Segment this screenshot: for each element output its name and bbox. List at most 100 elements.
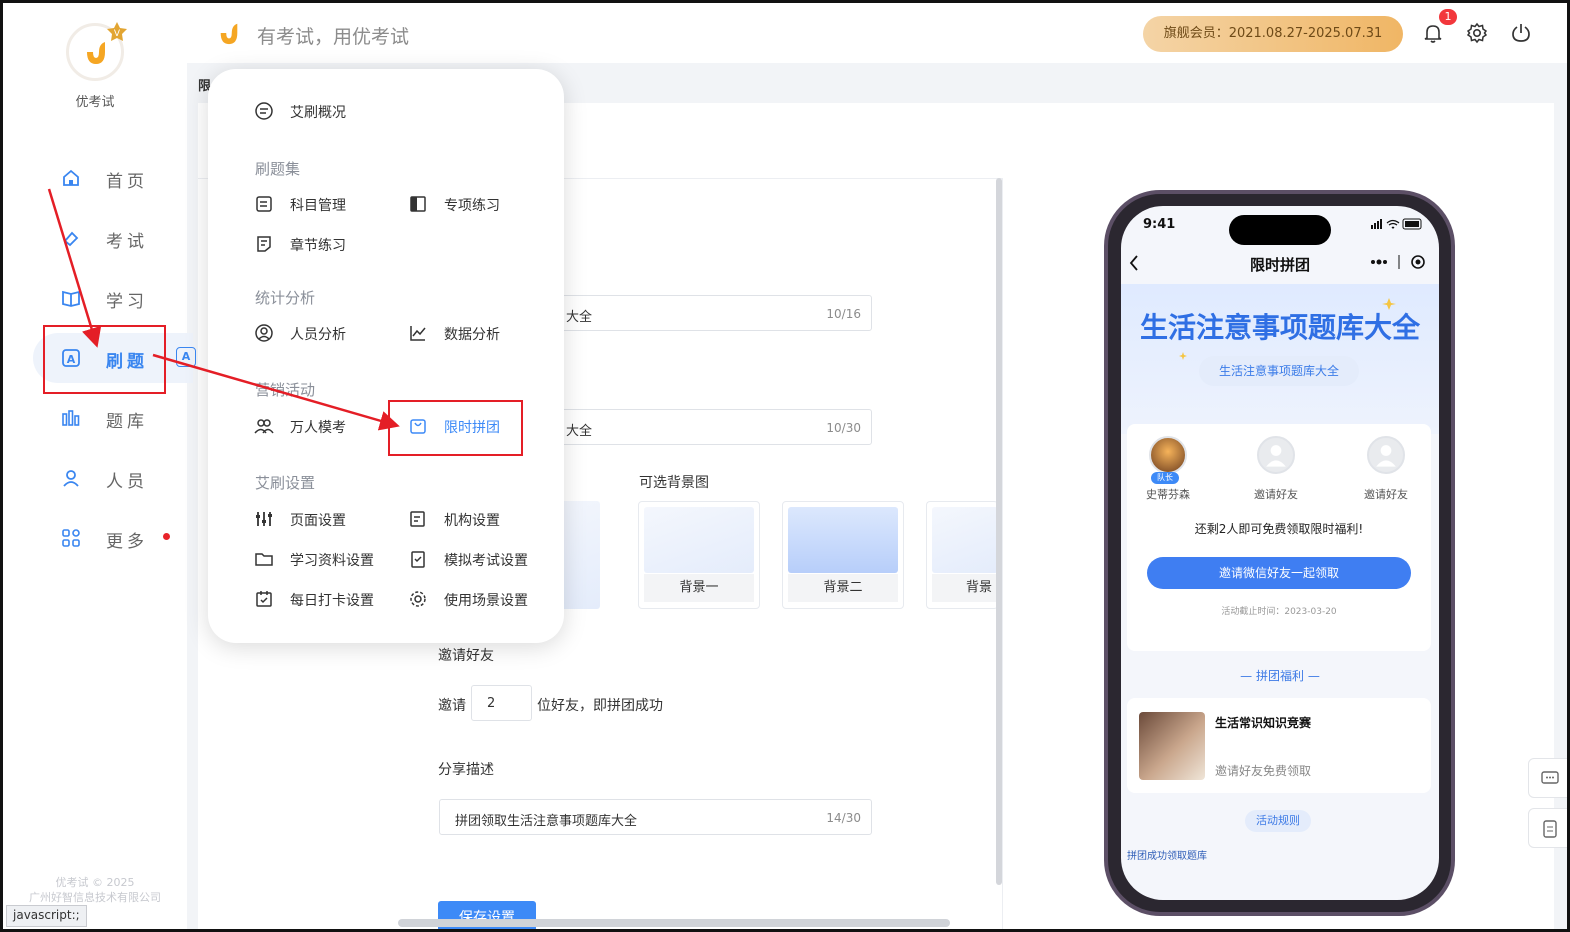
vertical-scrollbar[interactable] (996, 178, 1002, 885)
sidebar-item-label: 学习 (106, 292, 148, 312)
invite-prefix: 邀请 (438, 698, 466, 714)
benefit-header: — 拼团福利 — (1240, 669, 1320, 683)
sidebar-item-bank[interactable]: 题库 (3, 393, 187, 443)
benefit-cover-image (1139, 712, 1205, 780)
menu-item-label: 人员分析 (290, 327, 346, 343)
vip-crown-icon: V (107, 22, 127, 41)
gear-icon (410, 591, 426, 607)
app-slogan: 有考试，用优考试 (257, 26, 410, 48)
menu-item-label: 艾刷概况 (290, 105, 346, 121)
bg-option-1[interactable]: 背景一 (638, 501, 760, 609)
activity-subtitle: 生活注意事项题库大全 (1199, 356, 1359, 386)
share-desc-label: 分享描述 (438, 762, 494, 778)
invite-section-label: 邀请好友 (438, 648, 494, 664)
bars-icon (62, 410, 80, 426)
gear-icon[interactable] (1466, 22, 1488, 44)
top-header: 有考试，用优考试 旗舰会员：2021.08.27-2025.07.31 1 (187, 3, 1567, 63)
signal-wifi-battery-icon (1371, 218, 1422, 230)
deadline-text: 活动截止时间：2023-03-20 (1221, 607, 1337, 617)
company-name: 广州好智信息技术有限公司 (29, 891, 161, 904)
bell-icon[interactable] (1422, 22, 1444, 44)
notification-badge: 1 (1439, 9, 1457, 25)
overview-icon (255, 102, 273, 120)
leader-tag: 队长 (1151, 472, 1179, 484)
half-square-icon (410, 196, 426, 212)
bg-options-label: 可选背景图 (639, 475, 709, 491)
folder-icon (255, 553, 273, 566)
title-input-value: 大全 (566, 310, 593, 325)
power-icon[interactable] (1510, 22, 1532, 44)
users-icon (254, 419, 274, 434)
sidebar-item-label: 更多 (106, 532, 148, 552)
save-button[interactable]: 保存设置 (438, 901, 536, 929)
share-desc-input[interactable]: 拼团领取生活注意事项题库大全 14/30 (439, 799, 872, 835)
chapter-icon (257, 236, 271, 252)
section-title: 统计分析 (255, 289, 316, 307)
org-doc-icon (410, 511, 425, 527)
section-title: 刷题集 (255, 160, 301, 178)
subtitle-char-count: 10/30 (826, 421, 861, 435)
sidebar-item-label: 考试 (106, 232, 148, 252)
menu-item-label: 专项练习 (444, 198, 500, 214)
app-window: V 优考试 首页 考试 学习 A 刷题 题库 人员 更多 优考试 © 2025 … (0, 0, 1570, 932)
status-bar-link-preview: javascript:; (6, 905, 87, 927)
menu-item-label: 机构设置 (444, 513, 500, 529)
bg-option-3[interactable]: 背景 (926, 501, 998, 609)
notes-float-button[interactable] (1528, 808, 1567, 848)
eraser-icon (63, 231, 79, 247)
header-logo-icon (220, 23, 238, 45)
bg-thumbnail (644, 507, 754, 573)
section-title: 艾刷设置 (255, 474, 316, 492)
invite-suffix: 位好友，即拼团成功 (537, 698, 663, 714)
bottom-tip: 拼团成功领取题库 (1127, 851, 1207, 862)
sidebar: V 优考试 首页 考试 学习 A 刷题 题库 人员 更多 优考试 © 2025 … (3, 3, 193, 929)
benefit-title: 生活常识知识竞赛 (1215, 716, 1312, 730)
phone-screen: 9:41 限时拼团 生活注意事项题库大全 生活注意事项题库大全 队长 史蒂芬森 … (1121, 206, 1439, 900)
chat-float-button[interactable] (1528, 758, 1567, 798)
home-icon (63, 169, 79, 186)
empty-avatar-icon (1367, 436, 1405, 474)
sliders-icon (256, 512, 272, 526)
vip-membership-badge[interactable]: 旗舰会员：2021.08.27-2025.07.31 (1143, 16, 1403, 52)
svg-text:V: V (114, 29, 121, 39)
invite-wechat-button[interactable]: 邀请微信好友一起领取 (1147, 557, 1411, 589)
app-name: 优考试 (75, 95, 115, 110)
title-char-count: 10/16 (826, 307, 861, 321)
menu-item-label: 科目管理 (290, 198, 346, 214)
sidebar-item-exam[interactable]: 考试 (3, 213, 187, 263)
dynamic-island (1229, 215, 1331, 245)
brush-collapsed-tab[interactable]: A (176, 347, 196, 367)
benefit-subtitle: 邀请好友免费领取 (1215, 764, 1312, 778)
document-icon (1543, 820, 1557, 838)
sidebar-item-label: 首页 (106, 172, 148, 192)
person-icon (63, 470, 79, 487)
chat-icon (1541, 771, 1559, 784)
section-title: 营销活动 (255, 381, 316, 399)
sidebar-item-label: 题库 (106, 412, 148, 432)
horizontal-scrollbar[interactable] (398, 919, 950, 927)
member-name: 邀请好友 (1254, 488, 1298, 501)
menu-item-label: 使用场景设置 (444, 593, 528, 609)
sidebar-item-label: 人员 (106, 472, 148, 492)
bg-thumbnail (788, 507, 898, 573)
bg-option-2[interactable]: 背景二 (782, 501, 904, 609)
list-doc-icon (256, 196, 272, 212)
benefit-card[interactable]: 生活常识知识竞赛 邀请好友免费领取 (1127, 698, 1431, 793)
bg-option-label: 背景 (932, 574, 998, 602)
sidebar-item-home[interactable]: 首页 (3, 153, 187, 203)
activity-rules-button[interactable]: 活动规则 (1245, 810, 1311, 832)
sidebar-item-study[interactable]: 学习 (3, 273, 187, 323)
invite-count-value: 2 (487, 696, 496, 711)
member-name: 史蒂芬森 (1146, 488, 1190, 501)
sidebar-item-people[interactable]: 人员 (3, 453, 187, 503)
menu-item-label: 页面设置 (290, 513, 346, 529)
sidebar-footer: 优考试 © 2025 广州好智信息技术有限公司 (3, 875, 187, 905)
user-circle-icon (255, 324, 273, 342)
sidebar-item-more[interactable]: 更多 (3, 513, 187, 563)
menu-item-label: 学习资料设置 (290, 553, 374, 569)
miniapp-capsule-icon[interactable] (1361, 252, 1431, 272)
phone-time: 9:41 (1143, 217, 1176, 232)
annotation-box-brush (43, 325, 166, 394)
invite-count-input[interactable]: 2 (471, 685, 532, 721)
book-icon (62, 290, 80, 307)
